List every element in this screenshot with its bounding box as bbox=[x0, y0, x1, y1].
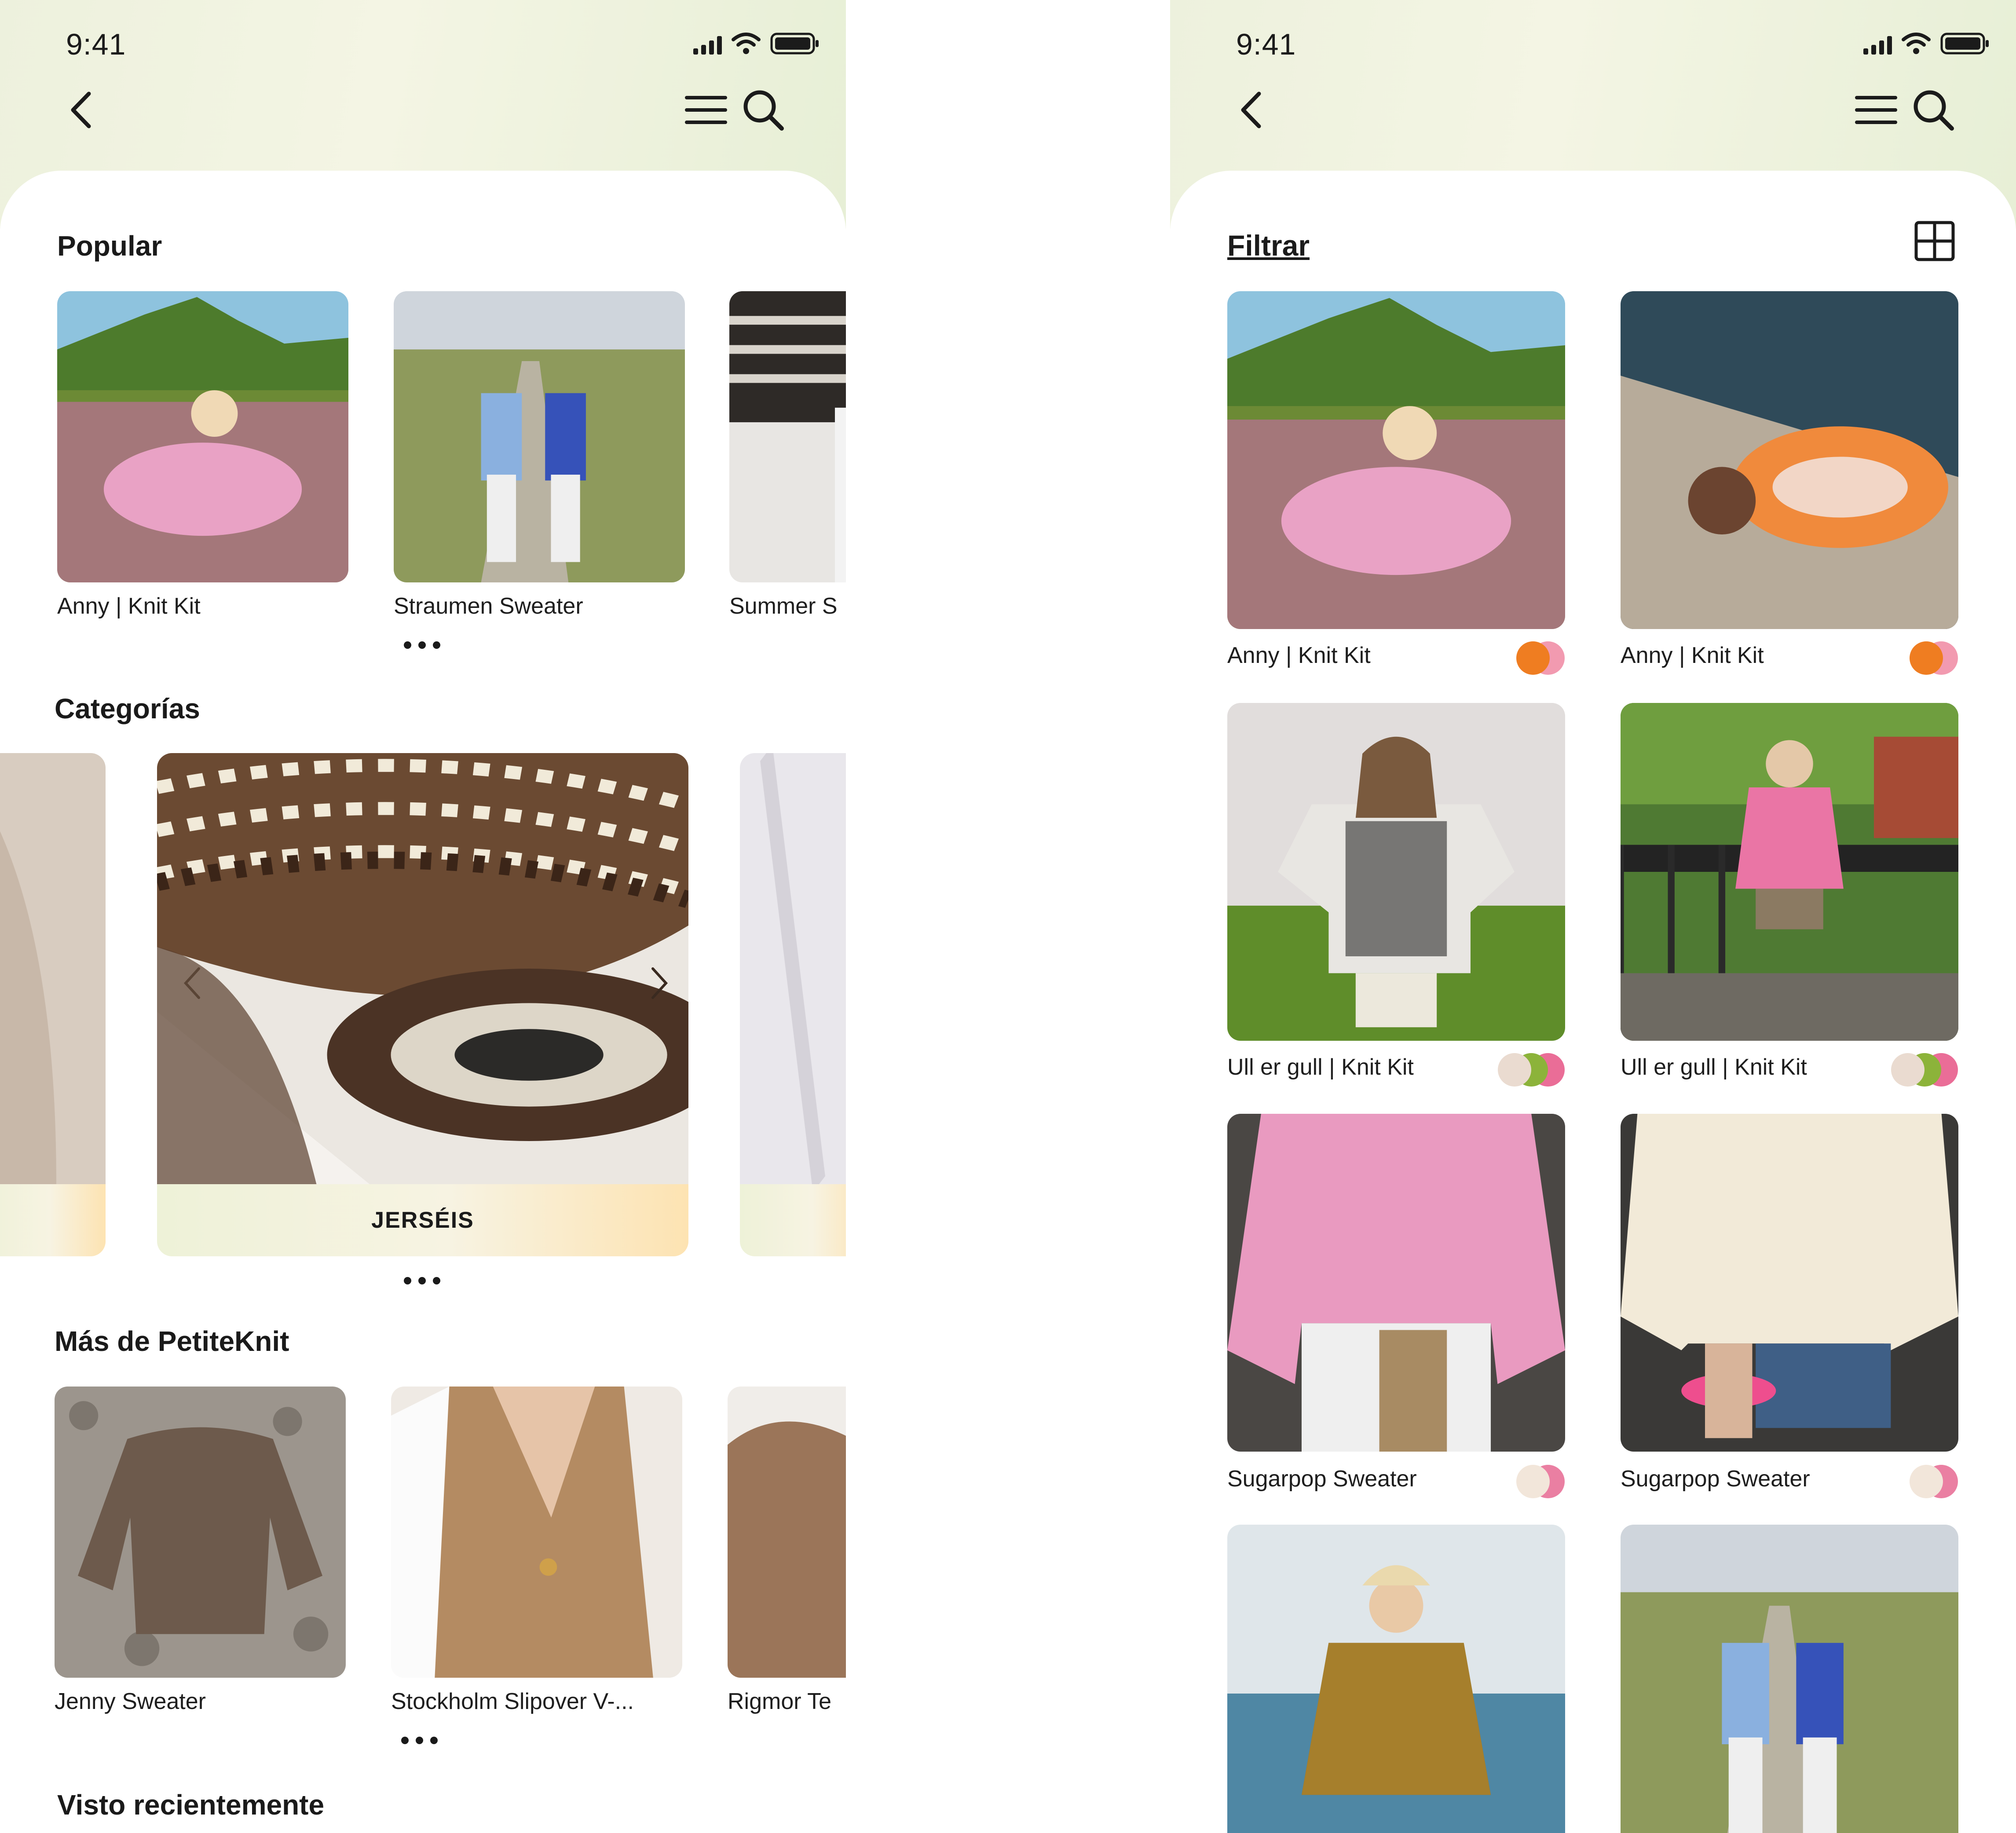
product-caption: Ull er gull | Knit Kit bbox=[1227, 1054, 1414, 1080]
battery-icon bbox=[1940, 33, 1989, 55]
product-list-screen: 9:41 Filtrar Anny | Knit Kit Anny | Knit… bbox=[1170, 0, 2016, 1833]
carousel-prev-chevron-icon[interactable] bbox=[179, 963, 206, 1003]
search-icon[interactable] bbox=[1911, 88, 1955, 132]
product-image[interactable] bbox=[728, 1387, 846, 1678]
section-title-recent: Visto recientemente bbox=[57, 1789, 325, 1821]
section-title-popular: Popular bbox=[57, 230, 162, 262]
product-image[interactable] bbox=[1621, 291, 1958, 629]
product-caption: Stockholm Slipover V-... bbox=[391, 1689, 634, 1714]
section-title-categories: Categorías bbox=[55, 693, 200, 724]
product-caption: Rigmor Te bbox=[728, 1689, 832, 1714]
product-caption: Jenny Sweater bbox=[55, 1689, 206, 1714]
product-caption: Anny | Knit Kit bbox=[57, 593, 201, 619]
carousel-next-chevron-icon[interactable] bbox=[646, 963, 672, 1003]
status-time: 9:41 bbox=[66, 28, 126, 61]
color-swatches[interactable] bbox=[1910, 1465, 1958, 1498]
battery-icon bbox=[770, 33, 819, 55]
product-image[interactable] bbox=[394, 291, 685, 582]
grid-view-icon[interactable] bbox=[1914, 220, 1956, 262]
status-icons bbox=[1863, 32, 1990, 55]
status-time: 9:41 bbox=[1236, 28, 1296, 61]
product-image[interactable] bbox=[1621, 1114, 1958, 1452]
back-chevron-icon[interactable] bbox=[1236, 90, 1267, 130]
product-caption: Anny | Knit Kit bbox=[1227, 643, 1371, 668]
product-image[interactable] bbox=[1227, 1525, 1565, 1833]
status-icons bbox=[693, 32, 820, 55]
product-image[interactable] bbox=[1621, 1525, 1958, 1833]
category-image bbox=[157, 753, 688, 1184]
menu-icon[interactable] bbox=[1854, 92, 1898, 128]
signal-icon bbox=[1863, 35, 1892, 55]
more-dots-icon[interactable] bbox=[404, 641, 440, 649]
product-caption: Anny | Knit Kit bbox=[1621, 643, 1764, 668]
color-swatches[interactable] bbox=[1516, 641, 1565, 675]
product-image[interactable] bbox=[391, 1387, 682, 1678]
product-image[interactable] bbox=[1621, 703, 1958, 1041]
more-dots-icon[interactable] bbox=[404, 1277, 440, 1284]
product-image[interactable] bbox=[57, 291, 348, 582]
filter-link[interactable]: Filtrar bbox=[1227, 229, 1310, 262]
menu-icon[interactable] bbox=[684, 92, 728, 128]
product-caption: Sugarpop Sweater bbox=[1227, 1466, 1417, 1492]
product-caption: Summer S bbox=[729, 593, 838, 619]
product-caption: Sugarpop Sweater bbox=[1621, 1466, 1810, 1492]
wifi-icon bbox=[1902, 33, 1931, 54]
signal-icon bbox=[693, 35, 722, 55]
product-image[interactable] bbox=[729, 291, 846, 582]
home-screen: 9:41 Popular Anny | Knit Kit Straumen Sw… bbox=[0, 0, 846, 1833]
back-chevron-icon[interactable] bbox=[66, 90, 97, 130]
search-icon[interactable] bbox=[741, 88, 785, 132]
color-swatches[interactable] bbox=[1910, 641, 1958, 675]
product-image[interactable] bbox=[1227, 703, 1565, 1041]
color-swatches[interactable] bbox=[1891, 1053, 1958, 1087]
product-image[interactable] bbox=[1227, 1114, 1565, 1452]
color-swatches[interactable] bbox=[1498, 1053, 1565, 1087]
product-image[interactable] bbox=[55, 1387, 346, 1678]
wifi-icon bbox=[732, 33, 761, 54]
category-card-prev[interactable] bbox=[0, 753, 106, 1256]
product-image[interactable] bbox=[1227, 291, 1565, 629]
product-caption: Straumen Sweater bbox=[394, 593, 583, 619]
category-card-next[interactable] bbox=[740, 753, 846, 1256]
category-card-sweaters[interactable]: JERSÉIS bbox=[157, 753, 688, 1256]
section-title-more: Más de PetiteKnit bbox=[55, 1325, 289, 1357]
category-label: JERSÉIS bbox=[157, 1184, 688, 1256]
more-dots-icon[interactable] bbox=[401, 1737, 438, 1744]
product-caption: Ull er gull | Knit Kit bbox=[1621, 1054, 1807, 1080]
color-swatches[interactable] bbox=[1516, 1465, 1565, 1498]
